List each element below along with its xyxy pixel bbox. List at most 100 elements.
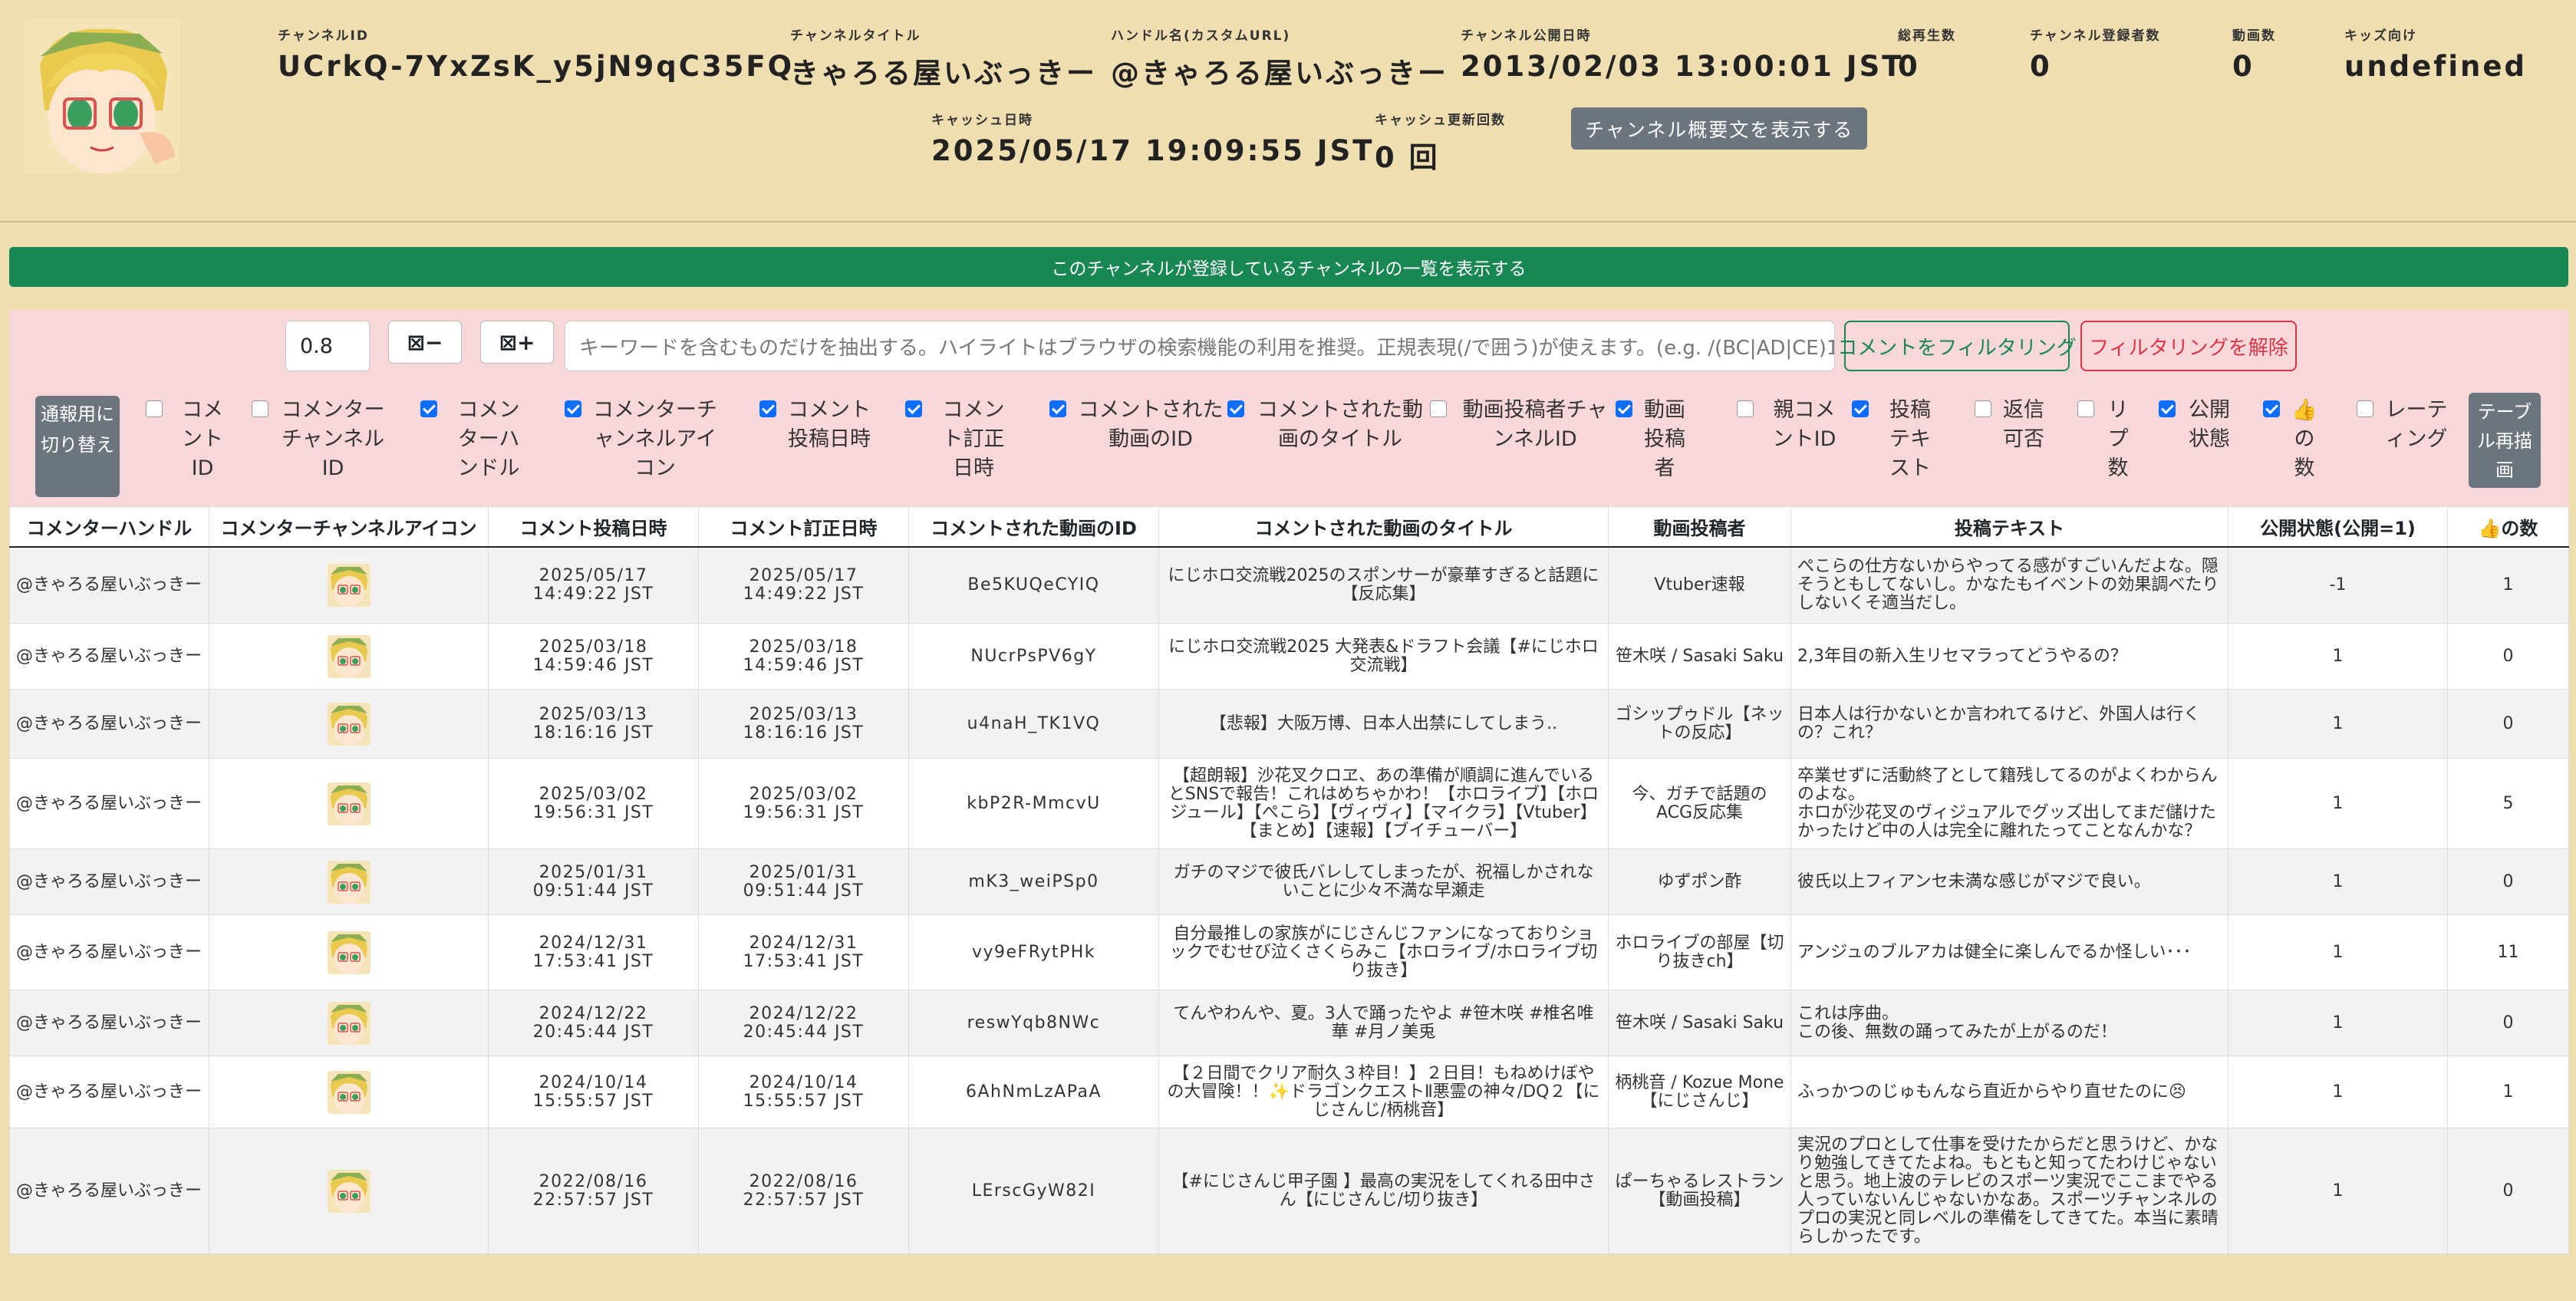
checkbox[interactable] xyxy=(146,400,163,417)
cell-video-title[interactable]: にじホロ交流戦2025のスポンサーが豪華すぎると話題に【反応集】 xyxy=(1158,546,1609,624)
col-toggle-comment-edited[interactable]: コメント訂正日時 xyxy=(905,396,1014,483)
cell-uploader[interactable]: ぱーちゃるレストラン【動画投稿】 xyxy=(1608,1128,1791,1254)
checkbox[interactable] xyxy=(420,400,437,417)
cell-commenter-handle[interactable]: @きゃろる屋いぶっきー xyxy=(9,1128,209,1254)
commenter-avatar[interactable] xyxy=(327,634,371,678)
checkbox[interactable] xyxy=(1227,400,1244,417)
cell-video-title[interactable]: にじホロ交流戦2025 大発表&ドラフト会議【#にじホロ交流戦】 xyxy=(1158,623,1609,690)
header-video-title[interactable]: コメントされた動画のタイトル xyxy=(1158,506,1609,548)
checkbox[interactable] xyxy=(2077,400,2094,417)
col-toggle-commenter-handle[interactable]: コメンターハンドル xyxy=(420,396,529,483)
col-toggle-reply-count[interactable]: リプ数 xyxy=(2077,396,2131,483)
col-toggle-uploader-channel-id[interactable]: 動画投稿者チャンネルID xyxy=(1430,396,1612,454)
cell-uploader[interactable]: 今、ガチで話題のACG反応集 xyxy=(1608,758,1791,849)
cell-uploader[interactable]: 笹木咲 / Sasaki Saku xyxy=(1608,623,1791,690)
cell-video-title[interactable]: 【悲報】大阪万博、日本人出禁にしてしまう.. xyxy=(1158,689,1609,759)
checkbox[interactable] xyxy=(565,400,581,417)
commenter-avatar[interactable] xyxy=(327,930,371,974)
cell-video-title[interactable]: 【２日間でクリア耐久３枠目！】２日目！もねめけぼやの大冒険！！✨ドラゴンクエスト… xyxy=(1158,1056,1609,1128)
col-toggle-video-title[interactable]: コメントされた動画のタイトル xyxy=(1227,396,1425,454)
cell-uploader[interactable]: ゆずポン酢 xyxy=(1608,848,1791,915)
checkbox[interactable] xyxy=(2263,400,2280,417)
cell-video-id[interactable]: kbP2R-MmcvU xyxy=(908,758,1159,849)
col-toggle-commenter-channel-id[interactable]: コメンターチャンネルID xyxy=(252,396,387,483)
cell-uploader[interactable]: 笹木咲 / Sasaki Saku xyxy=(1608,990,1791,1056)
col-toggle-reply-allowed[interactable]: 返信可否 xyxy=(1975,396,2045,454)
header-edited[interactable]: コメント訂正日時 xyxy=(698,506,909,548)
commenter-avatar[interactable] xyxy=(327,1070,371,1114)
report-mode-button[interactable]: 通報用に切り替え xyxy=(35,396,120,497)
cell-video-id[interactable]: NUcrPsPV6gY xyxy=(908,623,1159,690)
header-video-id[interactable]: コメントされた動画のID xyxy=(908,506,1159,548)
clear-filter-button[interactable]: フィルタリングを解除 xyxy=(2080,321,2297,371)
redraw-table-button[interactable]: テーブル再描画 xyxy=(2469,393,2541,488)
zoom-out-button[interactable]: ⊠− xyxy=(388,321,462,364)
checkbox[interactable] xyxy=(2357,400,2373,417)
cell-commenter-handle[interactable]: @きゃろる屋いぶっきー xyxy=(9,546,209,624)
zoom-in-button[interactable]: ⊠+ xyxy=(480,321,554,364)
header-commenter-icon[interactable]: コメンターチャンネルアイコン xyxy=(209,506,489,548)
commenter-avatar[interactable] xyxy=(327,782,371,825)
cell-video-title[interactable]: ガチのマジで彼氏バレしてしまったが、祝福しかされないことに少々不満な早瀬走 xyxy=(1158,848,1609,915)
cell-video-id[interactable]: Be5KUQeCYIQ xyxy=(908,546,1159,624)
cell-commenter-handle[interactable]: @きゃろる屋いぶっきー xyxy=(9,848,209,915)
keyword-filter-input[interactable]: キーワードを含むものだけを抽出する。ハイライトはブラウザの検索機能の利用を推奨。… xyxy=(565,321,1835,371)
commenter-avatar[interactable] xyxy=(327,563,371,607)
col-toggle-parent-comment-id[interactable]: 親コメントID xyxy=(1737,396,1844,454)
cell-video-id[interactable]: 6AhNmLzAPaA xyxy=(908,1056,1159,1128)
checkbox[interactable] xyxy=(1430,400,1447,417)
col-toggle-comment-id[interactable]: コメントID xyxy=(146,396,232,483)
cell-commenter-handle[interactable]: @きゃろる屋いぶっきー xyxy=(9,689,209,759)
checkbox[interactable] xyxy=(1616,400,1632,417)
header-likes[interactable]: 👍の数 xyxy=(2447,506,2569,548)
cell-video-title[interactable]: 【#にじさんじ甲子園 】最高の実況をしてくれる田中さん【にじさんじ/切り抜き】 xyxy=(1158,1128,1609,1254)
filter-comments-button[interactable]: コメントをフィルタリング xyxy=(1837,321,2077,371)
header-public-status[interactable]: 公開状態(公開=1) xyxy=(2228,506,2448,548)
cell-commenter-handle[interactable]: @きゃろる屋いぶっきー xyxy=(9,990,209,1056)
cell-video-id[interactable]: u4naH_TK1VQ xyxy=(908,689,1159,759)
checkbox[interactable] xyxy=(252,400,268,417)
checkbox[interactable] xyxy=(1737,400,1754,417)
checkbox[interactable] xyxy=(905,400,922,417)
col-toggle-commenter-channel-icon[interactable]: コメンターチャンネルアイコン xyxy=(565,396,718,483)
checkbox[interactable] xyxy=(1049,400,1066,417)
col-toggle-rating[interactable]: レーティング xyxy=(2357,396,2449,454)
col-toggle-likes[interactable]: 👍の数 xyxy=(2263,396,2318,483)
cell-video-id[interactable]: vy9eFRytPHk xyxy=(908,914,1159,990)
checkbox[interactable] xyxy=(759,400,776,417)
header-uploader[interactable]: 動画投稿者 xyxy=(1608,506,1791,548)
cell-commenter-handle[interactable]: @きゃろる屋いぶっきー xyxy=(9,623,209,690)
col-toggle-video-id[interactable]: コメントされた動画のID xyxy=(1049,396,1224,454)
header-post-text[interactable]: 投稿テキスト xyxy=(1790,506,2228,548)
cell-uploader[interactable]: ゴシップゥドル【ネットの反応】 xyxy=(1608,689,1791,759)
header-commenter-handle[interactable]: コメンターハンドル xyxy=(9,506,209,548)
commenter-avatar[interactable] xyxy=(327,1169,371,1213)
zoom-input[interactable]: 0.8 xyxy=(285,321,370,371)
cell-commenter-handle[interactable]: @きゃろる屋いぶっきー xyxy=(9,914,209,990)
cell-video-id[interactable]: mK3_weiPSp0 xyxy=(908,848,1159,915)
cell-commenter-handle[interactable]: @きゃろる屋いぶっきー xyxy=(9,758,209,849)
commenter-avatar[interactable] xyxy=(327,702,371,746)
cell-video-id[interactable]: LErscGyW82I xyxy=(908,1128,1159,1254)
col-toggle-public-status[interactable]: 公開状態 xyxy=(2159,396,2232,454)
cell-commenter-handle[interactable]: @きゃろる屋いぶっきー xyxy=(9,1056,209,1128)
cell-video-title[interactable]: てんやわんや、夏。3人で踊ったやよ #笹木咲 #椎名唯華 #月ノ美兎 xyxy=(1158,990,1609,1056)
col-toggle-post-text[interactable]: 投稿テキスト xyxy=(1852,396,1941,483)
commenter-avatar[interactable] xyxy=(327,1001,371,1045)
show-subscriptions-button[interactable]: このチャンネルが登録しているチャンネルの一覧を表示する xyxy=(9,247,2568,287)
cell-likes: 5 xyxy=(2447,758,2569,849)
col-toggle-comment-posted[interactable]: コメント投稿日時 xyxy=(759,396,871,454)
checkbox[interactable] xyxy=(1975,400,1991,417)
cell-uploader[interactable]: 柄桃音 / Kozue Mone【にじさんじ】 xyxy=(1608,1056,1791,1128)
cell-video-id[interactable]: reswYqb8NWc xyxy=(908,990,1159,1056)
checkbox[interactable] xyxy=(2159,400,2176,417)
commenter-avatar[interactable] xyxy=(327,860,371,904)
cell-video-title[interactable]: 自分最推しの家族がにじさんじファンになっておりショックでむせび泣くさくらみこ【ホ… xyxy=(1158,914,1609,990)
checkbox[interactable] xyxy=(1852,400,1869,417)
col-toggle-uploader[interactable]: 動画投稿者 xyxy=(1616,396,1686,483)
show-overview-button[interactable]: チャンネル概要文を表示する xyxy=(1571,107,1868,150)
cell-video-title[interactable]: 【超朗報】沙花叉クロヱ、あの準備が順調に進んでいるとSNSで報告！これはめちゃか… xyxy=(1158,758,1609,849)
cell-uploader[interactable]: ホロライブの部屋【切り抜きch】 xyxy=(1608,914,1791,990)
cell-uploader[interactable]: Vtuber速報 xyxy=(1608,546,1791,624)
header-posted[interactable]: コメント投稿日時 xyxy=(488,506,699,548)
